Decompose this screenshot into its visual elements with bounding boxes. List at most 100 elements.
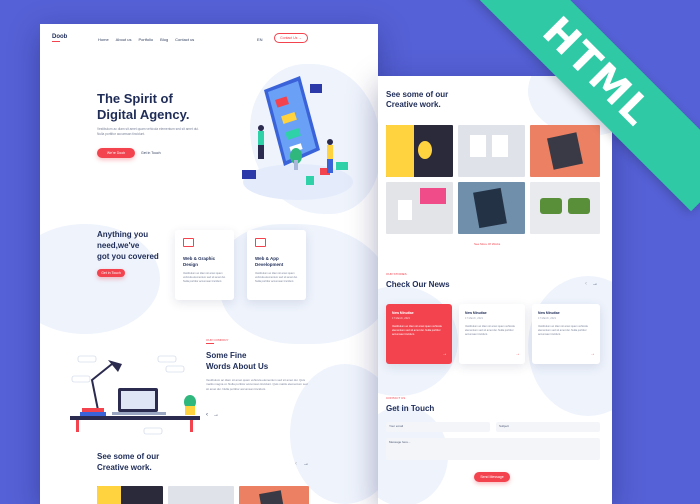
nav-home[interactable]: Home [98,37,109,42]
portfolio-tile[interactable] [239,486,309,504]
floating-card-top [310,84,322,93]
tile-paper [470,135,486,157]
portfolio-heading-line2: Creative work. [386,100,441,109]
about-arrow-next[interactable]: → [213,412,219,418]
nav-blog[interactable]: Blog [160,37,168,42]
laptop-display [121,391,155,409]
news-card-text: Vestibulum ac diam sit amet quam vehicul… [465,325,515,336]
about-arrow-prev[interactable]: ‹ [206,412,208,418]
person-left-body [258,131,264,145]
news-card-title: New Minutiae [538,311,560,315]
portfolio-tile[interactable] [458,182,525,234]
tile-accent [386,125,414,177]
service-card-text: Vestibulum ac diam sit amet quam vehicul… [255,272,298,283]
tile-box [568,198,590,214]
wall-brick [71,375,91,383]
left-page-preview: Doob Home About us Portfolio Blog Contac… [40,24,378,504]
portfolio-tile[interactable] [97,486,163,504]
person-left-legs [258,145,264,159]
news-heading: Check Our News [386,280,450,289]
portfolio-tile[interactable] [168,486,234,504]
tile-box [540,198,562,214]
arrow-right-icon[interactable]: → [442,351,447,357]
portfolio-heading: See some of our Creative work. [386,90,448,110]
portfolio-tile[interactable] [458,125,525,177]
desk-illustration [70,355,200,435]
news-eyebrow: OUR STORIES [386,272,407,276]
portfolio-tile[interactable] [530,182,600,234]
news-card[interactable]: New Minutiae 17 March, 2021 Vestibulum a… [459,304,525,364]
main-nav: Home About us Portfolio Blog Contact us [98,37,194,42]
about-eyebrow: OUR COMPANY [206,338,229,342]
about-heading-line1: Some Fine [206,351,247,360]
portfolio-tile[interactable] [386,182,453,234]
contact-eyebrow: CONTACT US [386,396,406,400]
hero-text: Vestibulum ac diam sit amet quam vehicul… [97,127,199,136]
portfolio-tile[interactable] [386,125,453,177]
service-card-development[interactable]: Web & App Development Vestibulum ac diam… [247,230,306,300]
contact-cta-label: Contact Us [280,36,298,40]
service-card-design[interactable]: Web & Graphic Design Vestibulum ac diam … [175,230,234,300]
tile-accent [97,486,121,504]
tile-book [547,132,583,170]
news-card-featured[interactable]: New Minutiae 17 March, 2021 Vestibulum a… [386,304,452,364]
wall-brick [157,355,177,363]
news-arrow-next[interactable]: → [592,281,598,287]
arrow-right-icon: → [297,36,302,40]
nav-about[interactable]: About us [116,37,132,42]
email-field[interactable]: Your email [386,422,490,432]
arrow-right-icon[interactable]: → [515,351,520,357]
services-heading-line3: got you covered [97,252,159,261]
news-card-date: 17 March, 2021 [465,317,484,320]
arrow-right-icon[interactable]: → [590,351,595,357]
tile-envelope [420,188,446,204]
wall-brick [165,365,185,373]
nav-portfolio[interactable]: Portfolio [138,37,153,42]
code-window-icon [255,238,266,247]
about-heading: Some Fine Words About Us [206,350,268,372]
contact-cta-button[interactable]: Contact Us → [274,33,308,43]
book-top [82,408,104,412]
services-button[interactable]: Get in Touch [97,269,125,277]
plant-pot [185,406,195,415]
tile-paper [398,200,412,220]
news-arrow-prev[interactable]: ‹ [585,281,587,287]
book-bottom [80,412,106,416]
lang-select[interactable]: EN [257,37,263,42]
portfolio-heading-line1: See some of our [386,90,449,99]
nav-contact[interactable]: Contact us [175,37,194,42]
portfolio-tile[interactable] [530,125,600,177]
service-card-title: Web & Graphic Design [183,256,215,268]
news-card-date: 17 March, 2021 [538,317,557,320]
about-text: Vestibulum ac diam sit amet quam vehicul… [206,378,308,391]
brand-logo[interactable]: Doob [52,34,67,40]
desk-leg [76,420,79,432]
portfolio-heading-line1: See some of our [97,452,160,461]
person-right-body [327,145,333,159]
wall-brick [77,355,97,363]
message-field[interactable]: Message here... [386,438,600,460]
service-card-title-line2: Design [183,262,199,267]
send-message-button[interactable]: Send Message [474,472,510,482]
desk-top [70,416,200,420]
hero-secondary-link[interactable]: Get in Touch [141,151,161,155]
service-card-title: Web & App Development [255,256,283,268]
hero-illustration [242,76,353,200]
services-heading: Anything you need,we've got you covered [97,229,159,262]
news-card-text: Vestibulum ac diam sit amet quam vehicul… [538,325,588,336]
see-more-link[interactable]: See More Of Works [474,242,500,246]
services-heading-line1: Anything you [97,230,149,239]
floating-card-green [336,162,348,170]
services-heading-line2: need,we've [97,241,140,250]
service-card-text: Vestibulum ac diam sit amet quam vehicul… [183,272,226,283]
hero-title-line2: Digital Agency. [97,107,190,122]
wall-brick [143,427,163,435]
subject-field[interactable]: Subject [496,422,600,432]
hero-primary-button[interactable]: We're Doob [97,148,135,158]
news-card[interactable]: New Minutiae 17 March, 2021 Vestibulum a… [532,304,600,364]
portfolio-arrow-next-left[interactable]: → [303,461,309,467]
portfolio-arrow-prev-left[interactable]: ‹ [295,461,297,467]
right-page-preview: See some of our Creative work. ‹ → See M… [378,76,612,504]
tile-book [259,490,285,504]
desk-leg [190,420,193,432]
